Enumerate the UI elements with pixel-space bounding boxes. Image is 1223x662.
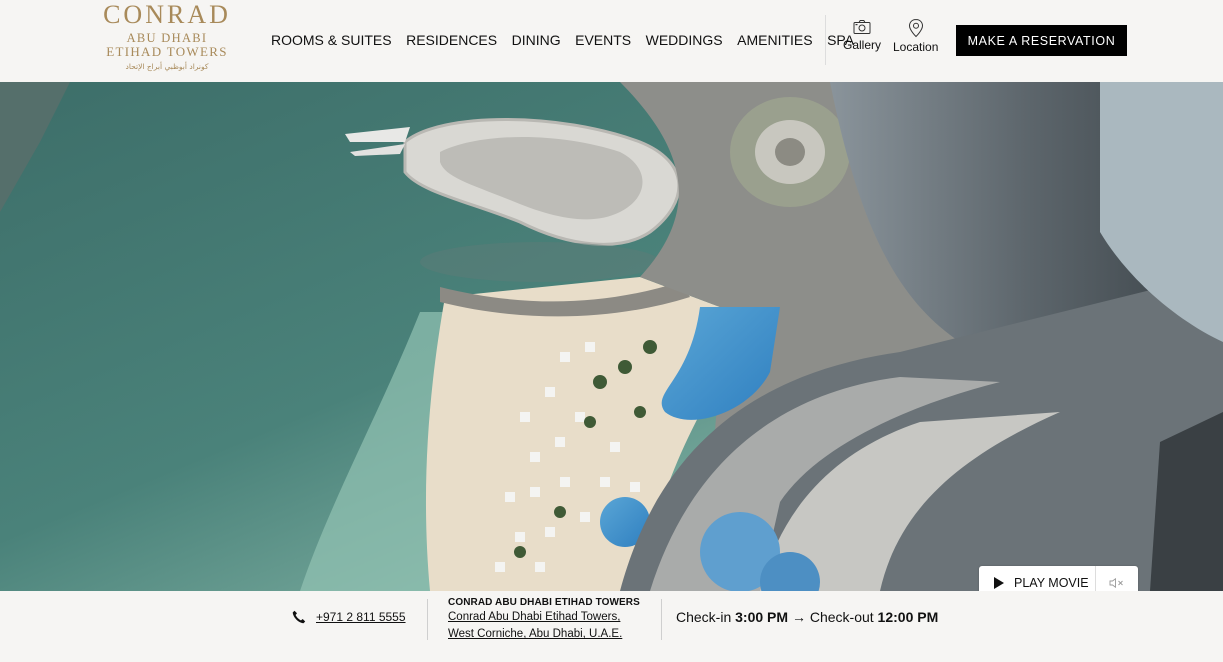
hero-photo [0,82,1223,591]
checkin-label: Check-in [676,609,732,625]
mute-button[interactable] [1095,566,1138,591]
nav-residences[interactable]: RESIDENCES [406,32,497,48]
logo-wordmark: CONRAD [103,0,231,29]
logo-property: ETIHAD TOWERS [106,44,228,59]
checkin-time: 3:00 PM [735,609,789,625]
logo-city: ABU DHABI [126,31,208,45]
play-movie-button[interactable]: PLAY MOVIE [979,566,1095,591]
phone-icon [292,610,306,624]
logo-arabic: كونراد أبوظبي أبراج الإتحاد [125,62,209,71]
gallery-button[interactable]: Gallery [843,18,881,52]
address-line-1[interactable]: Conrad Abu Dhabi Etihad Towers, [448,609,640,626]
nav-weddings[interactable]: WEDDINGS [646,32,723,48]
footer-divider [661,599,662,640]
make-reservation-button[interactable]: MAKE A RESERVATION [956,25,1127,56]
conrad-logo[interactable]: CONRAD ABU DHABI ETIHAD TOWERS كونراد أب… [100,2,234,73]
footer-divider [427,599,428,640]
nav-amenities[interactable]: AMENITIES [737,32,812,48]
checkin-checkout-times: Check-in 3:00 PM → Check-out 12:00 PM [676,609,938,625]
site-header: CONRAD ABU DHABI ETIHAD TOWERS كونراد أب… [0,0,1223,82]
phone-link[interactable]: +971 2 811 5555 [316,610,406,624]
main-nav: ROOMS & SUITES RESIDENCES DINING EVENTS … [271,32,854,48]
arrow-right-icon: → [791,609,806,625]
play-icon [994,577,1004,589]
phone-contact: +971 2 811 5555 [292,610,406,624]
nav-events[interactable]: EVENTS [575,32,631,48]
hotel-name: CONRAD ABU DHABI ETIHAD TOWERS [448,597,640,608]
movie-controls: PLAY MOVIE [979,566,1138,591]
map-pin-icon [908,18,923,38]
location-label: Location [893,40,939,54]
mute-icon [1109,578,1123,588]
nav-rooms-suites[interactable]: ROOMS & SUITES [271,32,392,48]
info-bar: +971 2 811 5555 CONRAD ABU DHABI ETIHAD … [0,591,1223,662]
play-movie-label: PLAY MOVIE [1014,576,1089,590]
location-button[interactable]: Location [893,18,938,54]
hotel-address: CONRAD ABU DHABI ETIHAD TOWERS Conrad Ab… [448,596,640,643]
header-divider [825,15,826,65]
nav-dining[interactable]: DINING [512,32,561,48]
address-line-2[interactable]: West Corniche, Abu Dhabi, U.A.E. [448,626,640,643]
checkout-label: Check-out [809,609,874,625]
checkout-time: 12:00 PM [877,609,939,625]
hero-aerial-image: PLAY MOVIE [0,82,1223,591]
camera-icon [853,20,871,34]
gallery-label: Gallery [843,38,882,52]
